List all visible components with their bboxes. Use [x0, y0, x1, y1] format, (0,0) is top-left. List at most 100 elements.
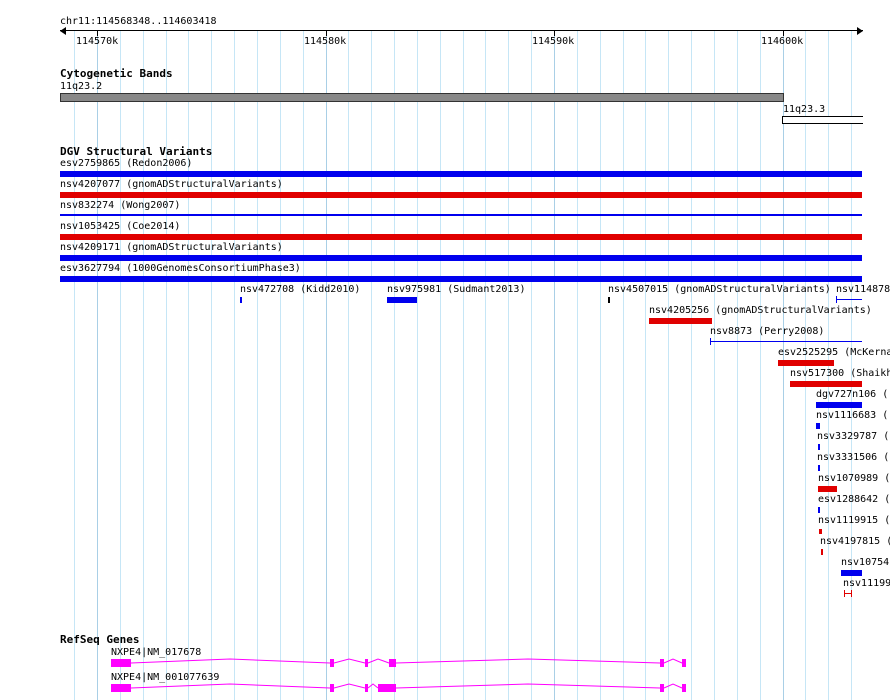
variant-label: esv2759865 (Redon2006)	[60, 158, 193, 169]
variant-label: nsv4205256 (gnomADStructuralVariants)	[649, 305, 872, 316]
track-title-refseq[interactable]: RefSeq Genes	[60, 634, 139, 646]
variant-bar[interactable]	[710, 341, 862, 342]
grid-line	[303, 30, 304, 700]
grid-line	[577, 30, 578, 700]
ruler-tick-label: 114590k	[532, 36, 575, 47]
track-title-dgv[interactable]: DGV Structural Variants	[60, 146, 212, 158]
ruler-line	[60, 30, 863, 31]
ruler[interactable]	[60, 27, 863, 44]
grid-line	[600, 30, 601, 700]
variant-bar[interactable]	[60, 171, 862, 177]
grid-line	[280, 30, 281, 700]
variant-bar[interactable]	[240, 297, 242, 303]
variant-label: nsv11199	[843, 578, 890, 589]
variant-label: nsv975981 (Sudmant2013)	[387, 284, 526, 295]
grid-line	[371, 30, 372, 700]
track-title-cytoband[interactable]: Cytogenetic Bands	[60, 68, 173, 80]
grid-line	[737, 30, 738, 700]
gene-model[interactable]	[100, 656, 700, 670]
variant-bar[interactable]	[821, 549, 823, 555]
variant-label: nsv1116683 (	[816, 410, 889, 421]
variant-bar[interactable]	[818, 444, 820, 450]
variant-label: nsv4197815 (	[820, 536, 890, 547]
variant-label: nsv1070989 (	[818, 473, 890, 484]
variant-bar[interactable]	[818, 507, 820, 513]
grid-line	[417, 30, 418, 700]
grid-line	[760, 30, 761, 700]
variant-bar[interactable]	[841, 570, 862, 576]
cytoband-label: 11q23.3	[783, 104, 826, 115]
grid-line	[714, 30, 715, 700]
variant-bar[interactable]	[818, 465, 820, 471]
grid-line	[508, 30, 509, 700]
grid-line	[326, 30, 327, 700]
grid-line	[691, 30, 692, 700]
variant-bar[interactable]	[819, 529, 822, 534]
variant-label: nsv4207077 (gnomADStructuralVariants)	[60, 179, 283, 190]
ruler-tick	[97, 30, 98, 36]
variant-bar-end	[710, 338, 711, 345]
variant-label: nsv3331506 (	[817, 452, 890, 463]
grid-line	[440, 30, 441, 700]
ruler-tick-label: 114570k	[76, 36, 119, 47]
ruler-tick-label: 114580k	[304, 36, 347, 47]
cytoband-bar[interactable]	[60, 93, 784, 102]
variant-label: dgv727n106 (	[816, 389, 889, 400]
ruler-tick-label: 114600k	[761, 36, 804, 47]
grid-line	[623, 30, 624, 700]
grid-line	[348, 30, 349, 700]
variant-label: nsv517300 (Shaikh	[790, 368, 890, 379]
locus-label: chr11:114568348..114603418	[60, 16, 217, 27]
cytoband-label: 11q23.2	[60, 81, 103, 92]
grid-line	[211, 30, 212, 700]
variant-label: nsv1053425 (Coe2014)	[60, 221, 181, 232]
variant-label: nsv8873 (Perry2008)	[710, 326, 825, 337]
grid-line	[531, 30, 532, 700]
variant-bar[interactable]	[60, 276, 862, 282]
variant-label: nsv832274 (Wong2007)	[60, 200, 181, 211]
variant-bar[interactable]	[60, 255, 862, 261]
grid-line	[257, 30, 258, 700]
grid-line	[166, 30, 167, 700]
variant-label: esv3627794 (1000GenomesConsortiumPhase3)	[60, 263, 301, 274]
variant-bar[interactable]	[387, 297, 417, 303]
variant-label: esv1288642 (	[818, 494, 890, 505]
variant-bar[interactable]	[60, 214, 862, 216]
variant-bar[interactable]	[649, 318, 712, 324]
grid-line	[645, 30, 646, 700]
variant-label: nsv1119915 (	[818, 515, 890, 526]
grid-line	[143, 30, 144, 700]
variant-bar[interactable]	[818, 486, 837, 492]
variant-bar-end	[836, 296, 837, 303]
grid-line	[120, 30, 121, 700]
variant-label: nsv4209171 (gnomADStructuralVariants)	[60, 242, 283, 253]
variant-bar-end	[851, 590, 852, 597]
variant-bar[interactable]	[608, 297, 610, 303]
grid-line	[74, 30, 75, 700]
grid-line	[188, 30, 189, 700]
cytoband-bar[interactable]	[782, 116, 863, 124]
variant-bar-end	[844, 590, 845, 597]
variant-bar[interactable]	[60, 234, 862, 240]
variant-label: nsv4507015 (gnomADStructuralVariants)	[608, 284, 831, 295]
variant-bar[interactable]	[778, 360, 834, 366]
ruler-tick	[554, 30, 555, 36]
variant-bar[interactable]	[836, 299, 862, 300]
variant-label: nsv10754	[841, 557, 890, 568]
grid-line	[554, 30, 555, 700]
variant-bar[interactable]	[816, 423, 820, 429]
variant-bar[interactable]	[790, 381, 862, 387]
grid-line	[97, 30, 98, 700]
variant-label: nsv3329787 (	[817, 431, 890, 442]
gene-model[interactable]	[100, 681, 700, 695]
genome-browser-view: chr11:114568348..114603418 114570k 11458…	[0, 0, 890, 700]
variant-bar[interactable]	[816, 402, 862, 408]
ruler-right-arrow-icon	[857, 27, 863, 35]
variant-label: esv2525295 (McKerna	[778, 347, 890, 358]
grid-line	[851, 30, 852, 700]
variant-label: nsv472708 (Kidd2010)	[240, 284, 361, 295]
grid-line	[463, 30, 464, 700]
variant-bar[interactable]	[60, 192, 862, 198]
grid-line	[668, 30, 669, 700]
grid-line	[394, 30, 395, 700]
